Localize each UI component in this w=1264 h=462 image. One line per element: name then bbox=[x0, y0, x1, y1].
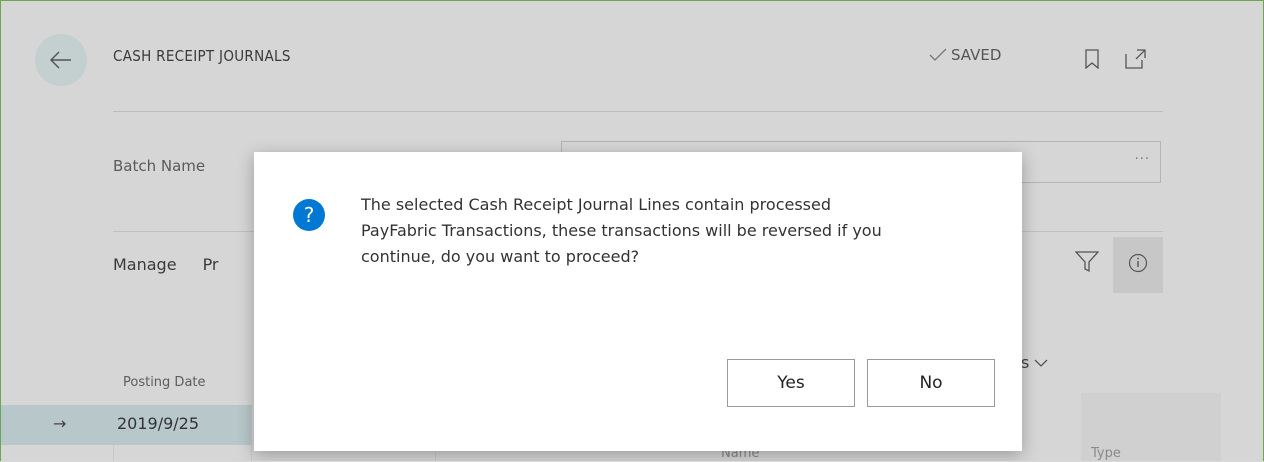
filter-icon[interactable] bbox=[1075, 251, 1099, 273]
info-icon bbox=[1128, 253, 1148, 273]
yes-button[interactable]: Yes bbox=[727, 359, 855, 407]
info-pane-toggle[interactable] bbox=[1113, 237, 1163, 293]
column-header-type[interactable]: Type bbox=[1091, 446, 1121, 461]
bookmark-icon[interactable] bbox=[1085, 49, 1099, 69]
partial-menu[interactable]: Pr bbox=[203, 255, 219, 274]
dialog-message-line-3: continue, do you want to proceed? bbox=[361, 247, 640, 266]
back-button[interactable] bbox=[35, 34, 87, 86]
grid-line bbox=[113, 445, 114, 461]
saved-label: SAVED bbox=[951, 46, 1002, 64]
question-mark-glyph: ? bbox=[304, 203, 315, 227]
action-bar: Manage Pr bbox=[113, 255, 219, 274]
popout-icon[interactable] bbox=[1125, 49, 1147, 69]
no-button[interactable]: No bbox=[867, 359, 995, 407]
dialog-message: The selected Cash Receipt Journal Lines … bbox=[361, 192, 981, 270]
checkmark-icon bbox=[929, 48, 947, 61]
column-header-partial-text: s bbox=[1021, 353, 1030, 372]
column-header-posting-date[interactable]: Posting Date bbox=[123, 375, 206, 390]
header-divider bbox=[113, 111, 1163, 112]
saved-status: SAVED bbox=[929, 46, 1001, 64]
grid-line bbox=[251, 405, 252, 461]
dialog-message-line-2: PayFabric Transactions, these transactio… bbox=[361, 221, 882, 240]
confirmation-dialog: ? The selected Cash Receipt Journal Line… bbox=[254, 152, 1022, 451]
page-title: CASH RECEIPT JOURNALS bbox=[113, 47, 291, 65]
row-indicator-arrow-icon: → bbox=[53, 414, 67, 433]
batch-name-label: Batch Name bbox=[113, 157, 206, 175]
app-window: CASH RECEIPT JOURNALS SAVED Batch Name ·… bbox=[0, 0, 1264, 461]
chevron-down-icon bbox=[1034, 359, 1048, 367]
manage-menu[interactable]: Manage bbox=[113, 255, 177, 274]
batch-lookup-button[interactable]: ··· bbox=[1135, 152, 1150, 167]
question-icon: ? bbox=[293, 199, 325, 231]
posting-date-cell[interactable]: 2019/9/25 bbox=[117, 414, 199, 433]
column-header-partial[interactable]: s bbox=[1021, 353, 1048, 372]
dialog-message-line-1: The selected Cash Receipt Journal Lines … bbox=[361, 195, 831, 214]
back-arrow-icon bbox=[50, 51, 71, 69]
